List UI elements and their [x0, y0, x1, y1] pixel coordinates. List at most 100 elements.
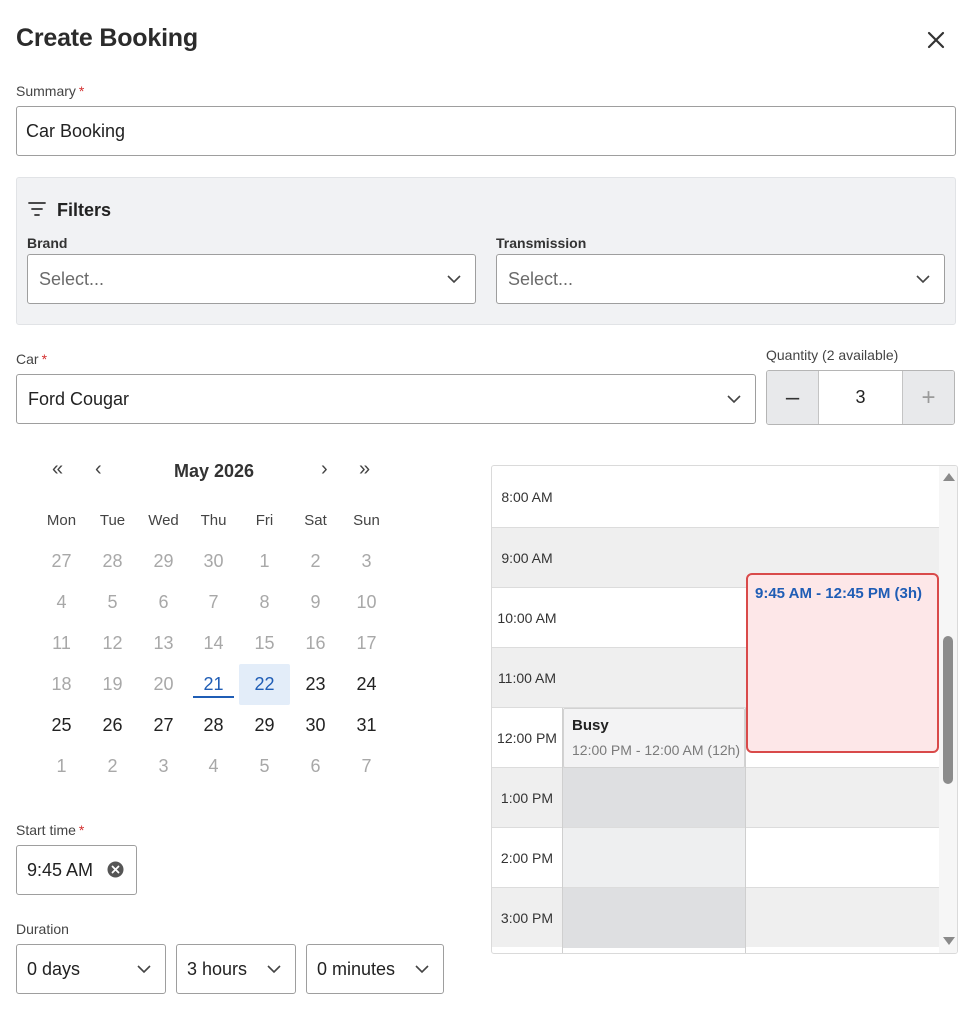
brand-placeholder: Select...	[39, 268, 105, 289]
filter-icon	[27, 199, 47, 224]
calendar-day[interactable]: 14	[188, 623, 239, 664]
calendar-day[interactable]: 29	[138, 541, 189, 582]
chevron-down-icon	[267, 965, 281, 974]
quantity-value[interactable]: 3	[818, 371, 903, 424]
schedule-time-row[interactable]: 1:00 PM	[492, 767, 939, 828]
transmission-select[interactable]: Select...	[496, 254, 945, 304]
scroll-thumb[interactable]	[943, 636, 953, 784]
duration-hours-select[interactable]: 3 hours	[176, 944, 296, 994]
calendar-day[interactable]: 5	[87, 582, 138, 623]
calendar-day[interactable]: 9	[290, 582, 341, 623]
summary-label: Summary *	[16, 83, 85, 99]
calendar-day[interactable]: 6	[138, 582, 189, 623]
busy-event[interactable]: Busy 12:00 PM - 12:00 AM (12h)	[563, 708, 745, 768]
quantity-stepper: – 3 +	[766, 370, 955, 425]
calendar-day[interactable]: 28	[188, 705, 239, 746]
increment-button[interactable]: +	[903, 371, 954, 424]
calendar-day[interactable]: 18	[36, 664, 87, 705]
calendar-day[interactable]: 16	[290, 623, 341, 664]
scroll-down-icon[interactable]	[943, 937, 955, 945]
schedule-panel[interactable]: 8:00 AM 9:00 AM 10:00 AM 11:00 AM 12:00 PM 1:…	[491, 465, 958, 954]
booking-event[interactable]: 9:45 AM - 12:45 PM (3h)	[746, 573, 939, 753]
duration-label: Duration	[16, 921, 69, 937]
scroll-up-icon[interactable]	[943, 473, 955, 481]
busy-event-range: 12:00 PM - 12:00 AM (12h)	[572, 742, 741, 758]
calendar-day[interactable]: 22	[239, 664, 290, 705]
calendar-day[interactable]: 30	[290, 705, 341, 746]
calendar-day[interactable]: 6	[290, 746, 341, 787]
weekday-header: Tue	[99, 512, 126, 529]
calendar-day[interactable]: 26	[87, 705, 138, 746]
duration-minutes-select[interactable]: 0 minutes	[306, 944, 444, 994]
calendar-day[interactable]: 13	[138, 623, 189, 664]
schedule-time-row[interactable]: 2:00 PM	[492, 827, 939, 888]
calendar-day[interactable]: 1	[239, 541, 290, 582]
calendar-day[interactable]: 4	[188, 746, 239, 787]
calendar-day[interactable]: 4	[36, 582, 87, 623]
schedule-time-label: 9:00 AM	[501, 550, 553, 566]
schedule-scrollbar[interactable]	[939, 466, 957, 953]
brand-select[interactable]: Select...	[27, 254, 476, 304]
duration-days-value: 0 days	[27, 958, 81, 979]
calendar-day[interactable]: 8	[239, 582, 290, 623]
brand-label: Brand	[27, 235, 68, 251]
calendar-day[interactable]: 27	[138, 705, 189, 746]
next-month-button[interactable]: ›	[321, 458, 328, 481]
schedule-time-row[interactable]: 8:00 AM	[492, 467, 939, 527]
busy-block-cell	[563, 828, 745, 888]
calendar-day[interactable]: 27	[36, 541, 87, 582]
calendar-day[interactable]: 3	[341, 541, 392, 582]
schedule-time-label: 2:00 PM	[500, 850, 554, 866]
transmission-placeholder: Select...	[508, 268, 574, 289]
calendar-day[interactable]: 10	[341, 582, 392, 623]
car-select[interactable]: Ford Cougar	[16, 374, 756, 424]
calendar-day[interactable]: 3	[138, 746, 189, 787]
busy-event-title: Busy	[572, 717, 609, 734]
dialog-title: Create Booking	[16, 24, 198, 52]
calendar-day[interactable]: 2	[290, 541, 341, 582]
calendar-day[interactable]: 5	[239, 746, 290, 787]
start-time-label: Start time *	[16, 822, 85, 838]
calendar-day[interactable]: 2	[87, 746, 138, 787]
chevron-down-icon	[137, 965, 151, 974]
close-button[interactable]	[922, 26, 950, 54]
schedule-time-label: 11:00 AM	[497, 670, 557, 686]
calendar-day[interactable]: 7	[188, 582, 239, 623]
decrement-button[interactable]: –	[767, 371, 818, 424]
weekday-header: Mon	[46, 512, 77, 529]
calendar-day[interactable]: 12	[87, 623, 138, 664]
calendar-day[interactable]: 24	[341, 664, 392, 705]
calendar-day[interactable]: 19	[87, 664, 138, 705]
calendar-day[interactable]: 15	[239, 623, 290, 664]
next-year-button[interactable]: »	[359, 458, 370, 481]
close-icon	[927, 31, 945, 49]
schedule-time-label: 12:00 PM	[492, 708, 562, 768]
calendar-day[interactable]: 7	[341, 746, 392, 787]
chevron-down-icon	[727, 395, 741, 404]
weekday-header: Sat	[304, 512, 327, 529]
calendar-day[interactable]: 30	[188, 541, 239, 582]
summary-input[interactable]: Car Booking	[16, 106, 956, 156]
prev-month-button[interactable]: ‹	[95, 458, 102, 481]
duration-days-select[interactable]: 0 days	[16, 944, 166, 994]
calendar-day[interactable]: 17	[341, 623, 392, 664]
calendar-day[interactable]: 31	[341, 705, 392, 746]
chevron-down-icon	[415, 965, 429, 974]
calendar-day[interactable]: 25	[36, 705, 87, 746]
calendar-month-label: May 2026	[173, 461, 255, 481]
calendar-day[interactable]: 11	[36, 623, 87, 664]
start-time-input[interactable]: 9:45 AM	[16, 845, 137, 895]
clear-circle-icon[interactable]	[107, 861, 124, 878]
car-label: Car *	[16, 351, 48, 367]
calendar-day[interactable]: 20	[138, 664, 189, 705]
calendar-day[interactable]: 28	[87, 541, 138, 582]
calendar-day[interactable]: 29	[239, 705, 290, 746]
calendar-day[interactable]: 21	[188, 664, 239, 705]
calendar-day[interactable]: 23	[290, 664, 341, 705]
car-value: Ford Cougar	[28, 388, 130, 409]
duration-hours-value: 3 hours	[187, 958, 248, 979]
calendar-day[interactable]: 1	[36, 746, 87, 787]
prev-year-button[interactable]: «	[52, 458, 63, 481]
schedule-time-row[interactable]: 3:00 PM	[492, 887, 939, 948]
transmission-label: Transmission	[496, 235, 587, 251]
